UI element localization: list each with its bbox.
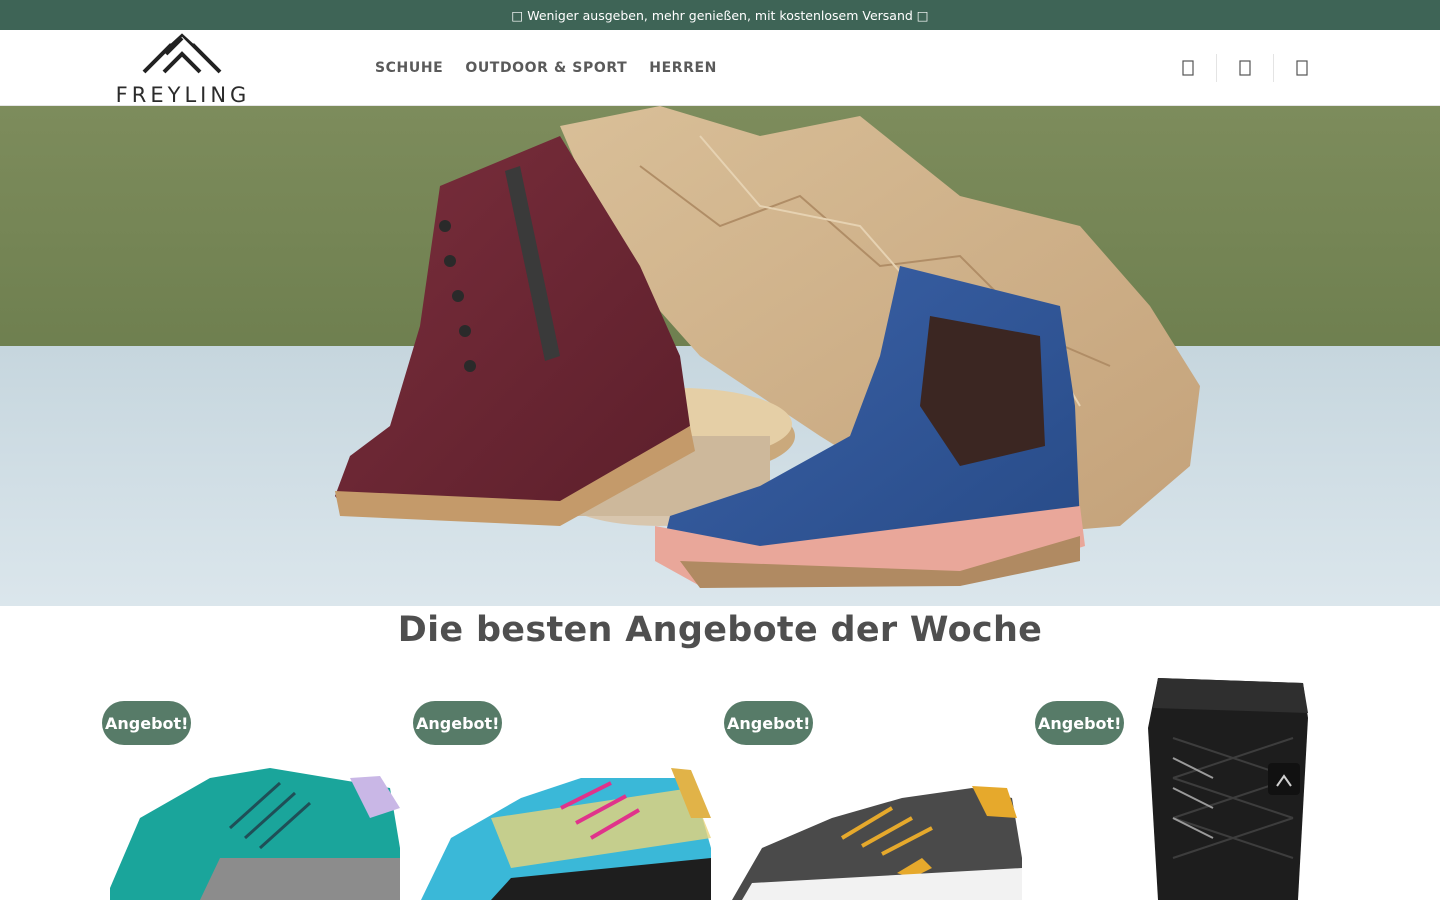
sale-badge: Angebot! xyxy=(413,701,503,745)
product-grid: Angebot! Angebot! Angebot! Angebot! xyxy=(100,668,1340,900)
product-card[interactable]: Angebot! xyxy=(722,668,1022,900)
main-nav: SCHUHE OUTDOOR & SPORT HERREN xyxy=(364,30,728,106)
sale-badge: Angebot! xyxy=(102,701,192,745)
hero-banner[interactable] xyxy=(0,106,1440,606)
sale-badge: Angebot! xyxy=(1035,701,1125,745)
site-header: FREYLING SCHUHE OUTDOOR & SPORT HERREN xyxy=(0,30,1440,107)
header-icons xyxy=(1160,30,1330,106)
nav-item-outdoor-sport[interactable]: OUTDOOR & SPORT xyxy=(454,60,638,76)
sale-badge: Angebot! xyxy=(724,701,814,745)
nav-item-schuhe[interactable]: SCHUHE xyxy=(364,60,454,76)
nav-item-herren[interactable]: HERREN xyxy=(638,60,728,76)
announcement-bar: □ Weniger ausgeben, mehr genießen, mit k… xyxy=(0,0,1440,30)
product-card[interactable]: Angebot! xyxy=(1033,668,1333,900)
logo[interactable]: FREYLING xyxy=(108,30,258,107)
section-title: Die besten Angebote der Woche xyxy=(397,610,1043,650)
cart-icon[interactable] xyxy=(1274,53,1330,83)
logo-wordmark: FREYLING xyxy=(115,83,251,107)
product-card[interactable]: Angebot! xyxy=(411,668,711,900)
search-icon[interactable] xyxy=(1160,53,1216,83)
product-card[interactable]: Angebot! xyxy=(100,668,400,900)
mountain-logo-icon xyxy=(142,30,222,74)
announcement-text: □ Weniger ausgeben, mehr genießen, mit k… xyxy=(511,7,929,23)
account-icon[interactable] xyxy=(1217,53,1273,83)
hero-image xyxy=(0,106,1440,606)
